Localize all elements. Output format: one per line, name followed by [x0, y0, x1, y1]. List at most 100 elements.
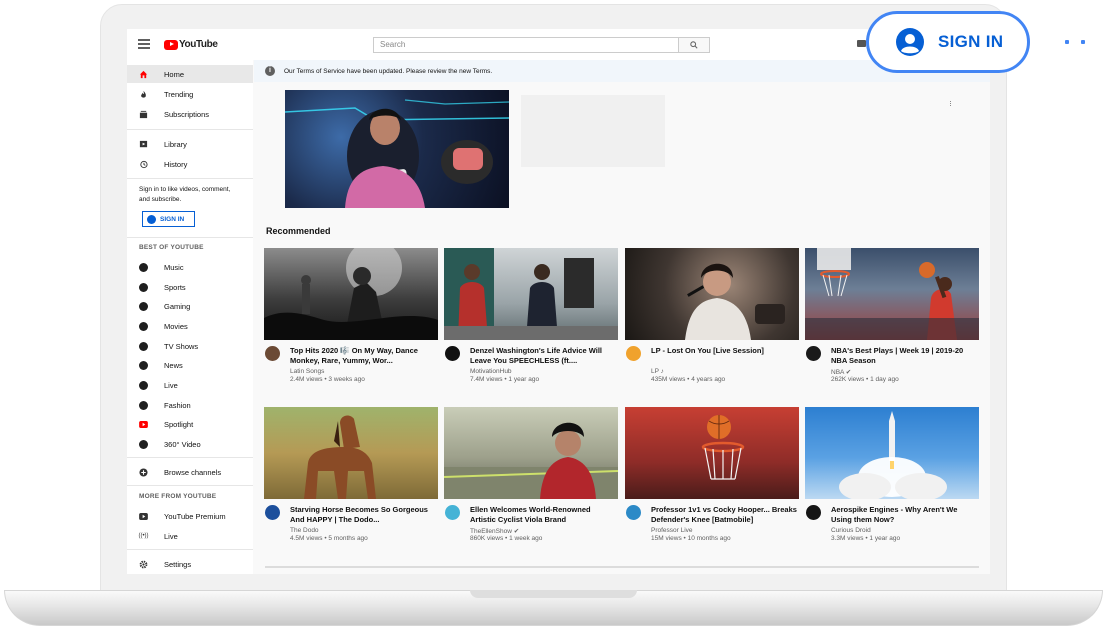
sidebar-item-movies[interactable]: Movies: [127, 317, 253, 335]
video-channel[interactable]: LP ♪: [651, 368, 664, 375]
video-info: LP - Lost On You [Live Session] LP ♪ 435…: [625, 340, 799, 400]
video-card[interactable]: Starving Horse Becomes So Gorgeous And H…: [264, 407, 438, 559]
video-channel[interactable]: TheEllenShow ✔: [470, 527, 519, 535]
channel-avatar[interactable]: [445, 505, 460, 520]
section-divider: [265, 566, 979, 568]
sidebar-item-live-more[interactable]: ((•)) Live: [127, 527, 253, 545]
sidebar-item-sports[interactable]: Sports: [127, 278, 253, 296]
video-title[interactable]: Professor 1v1 vs Cocky Hooper... Breaks …: [651, 505, 797, 525]
sidebar-item-label: Home: [164, 69, 185, 79]
video-thumbnail[interactable]: [264, 407, 438, 499]
video-card[interactable]: Ellen Welcomes World-Renowned Artistic C…: [444, 407, 618, 559]
video-channel[interactable]: Latin Songs: [290, 368, 324, 375]
more-options-icon[interactable]: · · ·: [949, 97, 952, 110]
channel-avatar[interactable]: [806, 346, 821, 361]
sidebar-item-youtube-premium[interactable]: YouTube Premium: [127, 507, 253, 525]
video-thumbnail[interactable]: [444, 248, 618, 340]
video-card[interactable]: NBA's Best Plays | Week 19 | 2019-20 NBA…: [805, 248, 979, 400]
sports-icon: [139, 282, 148, 292]
video-meta: 3.3M views • 1 year ago: [831, 535, 901, 542]
sidebar-item-history[interactable]: History: [127, 155, 253, 173]
video-title[interactable]: Denzel Washington's Life Advice Will Lea…: [470, 346, 616, 366]
video-card[interactable]: Top Hits 2020 🎼 On My Way, Dance Monkey,…: [264, 248, 438, 400]
ellipsis-decoration: [1065, 40, 1085, 44]
video-channel[interactable]: Curious Droid: [831, 527, 871, 534]
sidebar-item-label: Gaming: [164, 301, 191, 311]
music-icon: [139, 262, 148, 272]
concert-thumbnail-image: [264, 248, 438, 340]
sidebar-item-music[interactable]: Music: [127, 258, 253, 276]
channel-avatar[interactable]: [445, 346, 460, 361]
sidebar-signin-button[interactable]: SIGN IN: [142, 211, 195, 227]
search-button[interactable]: [679, 37, 710, 53]
fashion-icon: [139, 400, 148, 410]
laptop-notch: [470, 590, 637, 598]
video-meta: 435M views • 4 years ago: [651, 376, 726, 383]
section-title-best-of-youtube: BEST OF YOUTUBE: [139, 244, 204, 251]
video-title[interactable]: LP - Lost On You [Live Session]: [651, 346, 797, 356]
interview-thumbnail-image: [444, 248, 618, 340]
youtube-logo[interactable]: YouTube: [164, 39, 218, 50]
video-title[interactable]: Top Hits 2020 🎼 On My Way, Dance Monkey,…: [290, 346, 436, 366]
video-channel[interactable]: NBA ✔: [831, 368, 851, 376]
horse-thumbnail-image: [304, 415, 376, 499]
video-title[interactable]: Ellen Welcomes World-Renowned Artistic C…: [470, 505, 616, 525]
search-input[interactable]: Search: [373, 37, 679, 53]
account-circle-icon: [896, 28, 924, 56]
sidebar-item-trending[interactable]: Trending: [127, 85, 253, 103]
sidebar-item-360-video[interactable]: 360° Video: [127, 435, 253, 453]
sidebar-item-subscriptions[interactable]: Subscriptions: [127, 105, 253, 123]
signin-prompt: Sign in to like videos, comment, and sub…: [139, 186, 231, 203]
channel-avatar[interactable]: [265, 346, 280, 361]
channel-avatar[interactable]: [806, 505, 821, 520]
video-title[interactable]: Starving Horse Becomes So Gorgeous And H…: [290, 505, 436, 525]
sidebar-item-live[interactable]: Live: [127, 376, 253, 394]
sidebar-item-settings[interactable]: Settings: [127, 555, 253, 573]
video-thumbnail[interactable]: [625, 248, 799, 340]
video-info: Professor 1v1 vs Cocky Hooper... Breaks …: [625, 499, 799, 559]
channel-avatar[interactable]: [265, 505, 280, 520]
channel-avatar[interactable]: [626, 346, 641, 361]
video-thumbnail[interactable]: [625, 407, 799, 499]
gaming-icon: [139, 301, 148, 311]
library-icon: [139, 140, 148, 149]
video-card[interactable]: Denzel Washington's Life Advice Will Lea…: [444, 248, 618, 400]
sidebar-item-fashion[interactable]: Fashion: [127, 396, 253, 414]
video-card[interactable]: Aerospike Engines - Why Aren't We Using …: [805, 407, 979, 559]
sidebar-item-label: Browse channels: [164, 467, 222, 477]
video-thumbnail[interactable]: [444, 407, 618, 499]
sidebar-item-browse-channels[interactable]: Browse channels: [127, 463, 253, 481]
video-thumbnail[interactable]: [805, 407, 979, 499]
channel-avatar[interactable]: [626, 505, 641, 520]
sidebar-item-label: Live: [164, 531, 178, 541]
account-icon: [147, 214, 156, 224]
video-channel[interactable]: MotivationHub: [470, 368, 512, 375]
section-title-more-from-youtube: MORE FROM YOUTUBE: [139, 493, 217, 500]
video-thumbnail[interactable]: [264, 248, 438, 340]
video-meta: 15M views • 10 months ago: [651, 535, 731, 542]
sidebar-item-library[interactable]: Library: [127, 135, 253, 153]
video-card[interactable]: LP - Lost On You [Live Session] LP ♪ 435…: [625, 248, 799, 400]
terms-notice-text: Our Terms of Service have been updated. …: [284, 67, 493, 75]
news-icon: [139, 360, 148, 370]
sidebar-item-label: Live: [164, 380, 178, 390]
sidebar-item-label: Fashion: [164, 400, 191, 410]
video-title[interactable]: Aerospike Engines - Why Aren't We Using …: [831, 505, 977, 525]
banner-image[interactable]: [285, 90, 509, 208]
video-channel[interactable]: Professor Live: [651, 527, 693, 534]
create-video-icon[interactable]: [857, 40, 866, 47]
video-info: NBA's Best Plays | Week 19 | 2019-20 NBA…: [805, 340, 979, 400]
section-title-recommended: Recommended: [266, 226, 331, 236]
sidebar-item-spotlight[interactable]: Spotlight: [127, 415, 253, 433]
video-thumbnail[interactable]: [805, 248, 979, 340]
video-title[interactable]: NBA's Best Plays | Week 19 | 2019-20 NBA…: [831, 346, 977, 366]
sidebar-item-tv-shows[interactable]: TV Shows: [127, 337, 253, 355]
sidebar-item-home[interactable]: Home: [127, 65, 253, 83]
video-channel[interactable]: The Dodo: [290, 527, 319, 534]
sidebar-item-gaming[interactable]: Gaming: [127, 297, 253, 315]
divider: [127, 178, 253, 179]
video-card[interactable]: Professor 1v1 vs Cocky Hooper... Breaks …: [625, 407, 799, 559]
signin-button-callout[interactable]: SIGN IN: [866, 11, 1030, 73]
sidebar-item-news[interactable]: News: [127, 356, 253, 374]
hamburger-menu-icon[interactable]: [138, 39, 150, 49]
